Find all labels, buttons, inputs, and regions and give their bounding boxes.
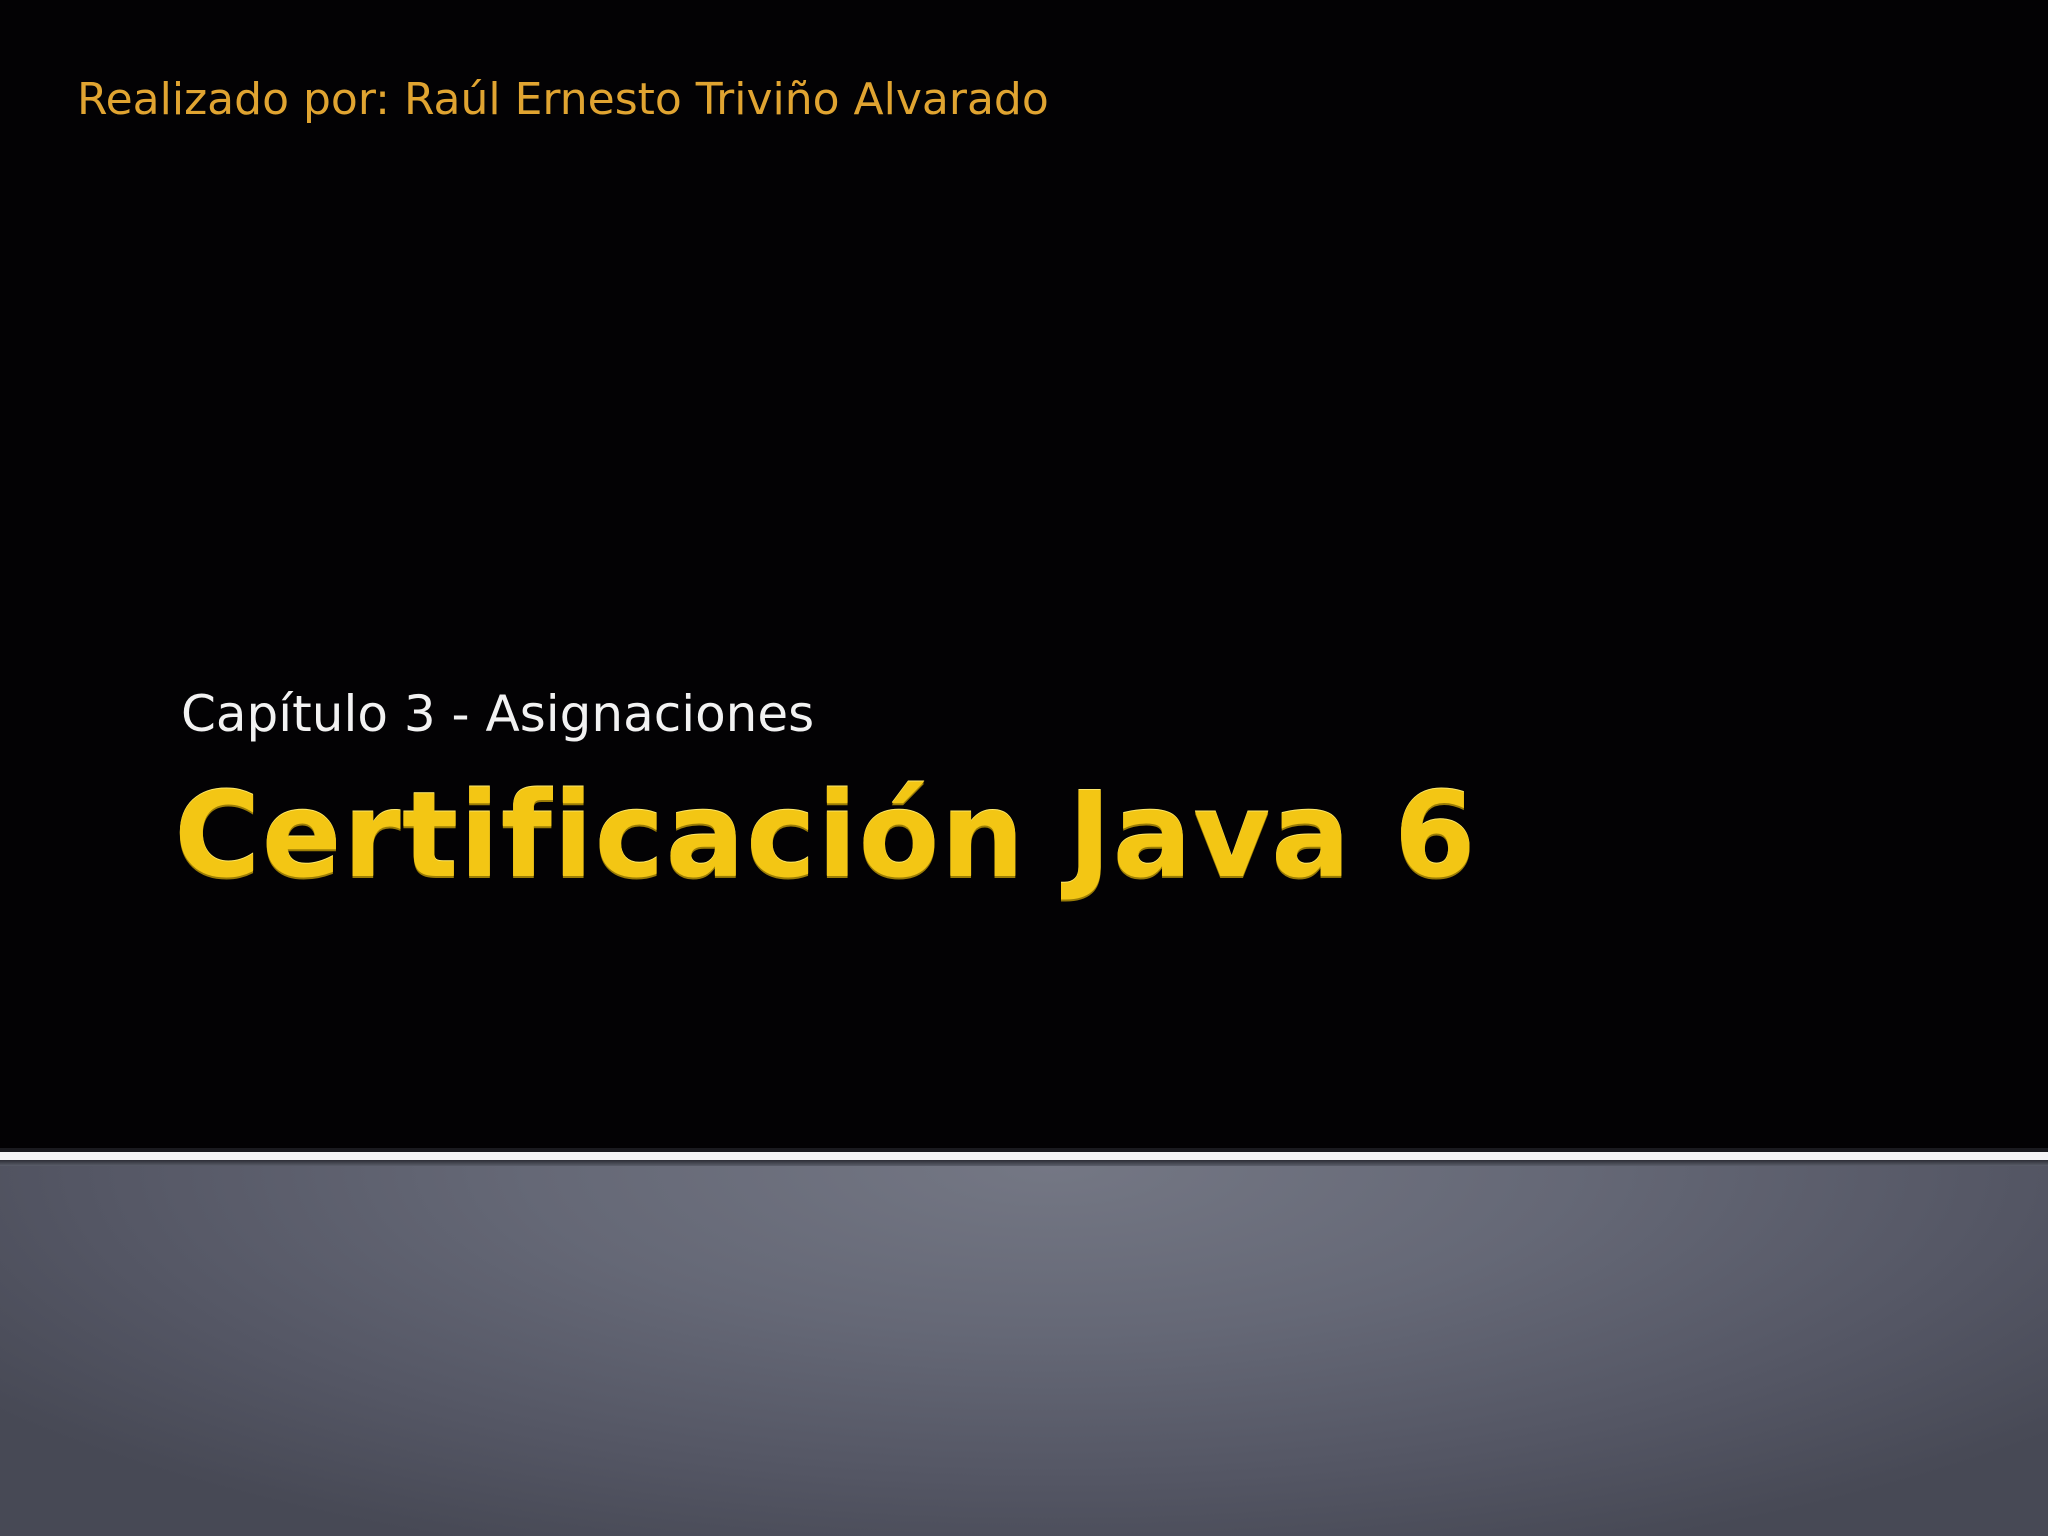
slide-divider	[0, 1152, 2048, 1160]
presentation-slide: Realizado por: Raúl Ernesto Triviño Alva…	[0, 0, 2048, 1536]
slide-subtitle: Capítulo 3 - Asignaciones	[181, 685, 815, 743]
slide-title: Certificación Java 6	[174, 766, 1477, 904]
author-credit: Realizado por: Raúl Ernesto Triviño Alva…	[77, 74, 1049, 125]
slide-top-panel: Realizado por: Raúl Ernesto Triviño Alva…	[0, 0, 2048, 1148]
slide-footer-panel	[0, 1166, 2048, 1536]
